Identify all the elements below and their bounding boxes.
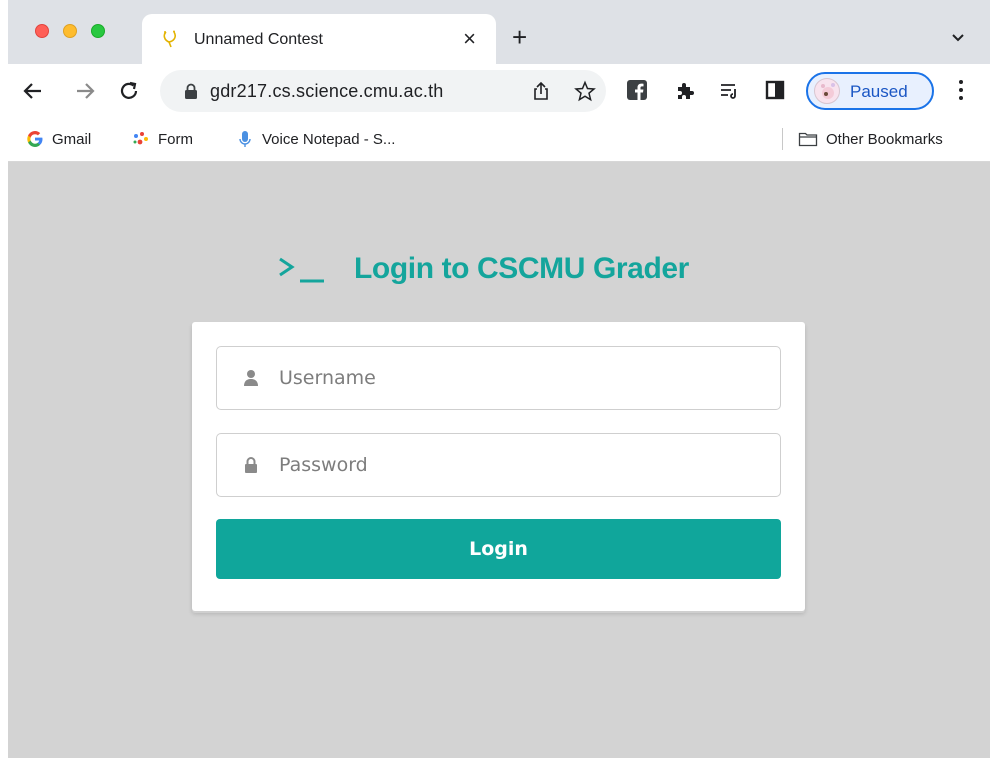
bookmark-label: Voice Notepad - S... <box>262 130 396 148</box>
lock-icon <box>185 83 197 99</box>
facebook-extension-icon[interactable] <box>626 79 648 101</box>
forward-icon[interactable] <box>72 78 98 104</box>
more-menu-icon[interactable] <box>956 78 966 102</box>
avatar-image-icon <box>821 83 835 99</box>
browser-window: Unnamed Contest × + gdr217.cs.science.cm… <box>8 0 990 758</box>
bookmark-star-icon[interactable] <box>574 80 596 102</box>
username-field <box>216 346 781 410</box>
address-bar[interactable]: gdr217.cs.science.cmu.ac.th <box>160 70 606 112</box>
page-content: Login to CSCMU Grader Login <box>8 163 990 758</box>
login-heading: Login to CSCMU Grader <box>276 249 689 289</box>
form-icon <box>133 132 148 145</box>
terminal-prompt-icon <box>279 257 324 283</box>
bookmark-form[interactable]: Form <box>132 130 193 148</box>
tab-title: Unnamed Contest <box>194 31 323 48</box>
tab-strip: Unnamed Contest × + <box>8 0 990 64</box>
username-input[interactable] <box>279 347 769 409</box>
password-field <box>216 433 781 497</box>
reading-list-icon[interactable] <box>718 79 740 101</box>
maximize-window-button[interactable] <box>91 24 105 38</box>
minimize-window-button[interactable] <box>63 24 77 38</box>
google-icon <box>27 131 43 147</box>
bookmarks-divider <box>782 128 783 150</box>
browser-toolbar: gdr217.cs.science.cmu.ac.th Paused <box>8 64 990 118</box>
share-icon[interactable] <box>530 80 552 102</box>
url-text: gdr217.cs.science.cmu.ac.th <box>210 81 444 101</box>
bookmark-voice-notepad[interactable]: Voice Notepad - S... <box>236 130 395 148</box>
tab-close-icon[interactable]: × <box>463 26 476 52</box>
new-tab-icon[interactable]: + <box>512 24 527 50</box>
chevron-down-icon[interactable] <box>948 28 968 48</box>
bookmark-gmail[interactable]: Gmail <box>26 130 91 148</box>
bookmarks-bar: Gmail Form Voice Notepad - S... Other Bo… <box>8 118 990 162</box>
profile-status-label: Paused <box>850 82 908 101</box>
bookmark-label: Gmail <box>52 130 92 148</box>
microphone-icon <box>239 131 251 147</box>
login-button[interactable]: Login <box>216 519 781 579</box>
reload-icon[interactable] <box>116 78 142 104</box>
balloon-favicon-icon <box>163 30 176 48</box>
page-title: Login to CSCMU Grader <box>354 252 689 285</box>
login-card: Login <box>192 322 805 611</box>
avatar <box>814 78 840 104</box>
tab-active[interactable]: Unnamed Contest × <box>142 14 496 64</box>
side-panel-icon[interactable] <box>764 79 786 101</box>
close-window-button[interactable] <box>35 24 49 38</box>
other-bookmarks-label: Other Bookmarks <box>826 130 943 148</box>
bookmark-label: Form <box>158 130 193 148</box>
profile-button[interactable]: Paused <box>806 72 934 110</box>
folder-icon <box>798 132 818 147</box>
other-bookmarks[interactable]: Other Bookmarks <box>798 130 943 148</box>
password-input[interactable] <box>279 434 769 496</box>
extensions-puzzle-icon[interactable] <box>674 79 696 101</box>
user-icon <box>244 370 258 386</box>
back-icon[interactable] <box>20 78 46 104</box>
lock-icon <box>245 457 257 473</box>
